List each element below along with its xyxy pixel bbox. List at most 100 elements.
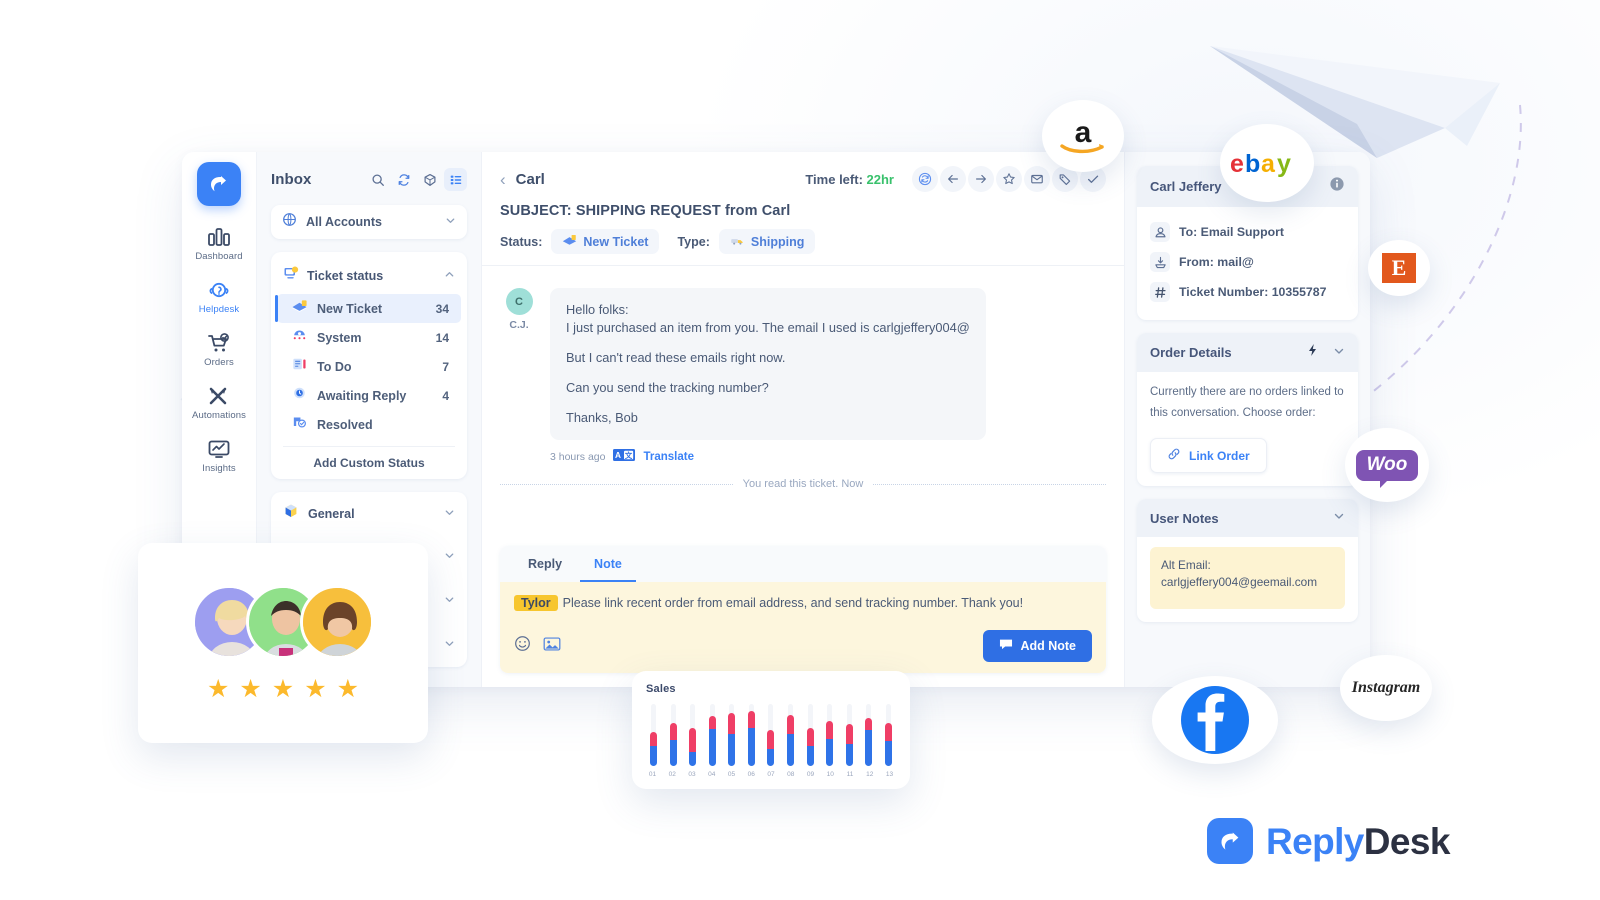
account-selector[interactable]: All Accounts [271,205,467,239]
translate-icon[interactable]: A文 [613,448,636,466]
etsy-badge: E [1368,240,1430,296]
chart-bar-segment-b [806,746,814,766]
author-tag: Tylor [514,595,558,611]
chart-bar [865,717,873,766]
type-badge[interactable]: Shipping [718,229,816,254]
instagram-badge: Instagram [1340,655,1432,721]
emoji-icon[interactable] [514,635,531,657]
status-badge-label: New Ticket [583,234,649,249]
lightning-icon[interactable] [1306,343,1319,362]
chart-bar-segment-b [787,733,795,766]
user-notes-header[interactable]: User Notes [1137,499,1358,537]
system-gear-icon [291,328,308,347]
link-order-label: Link Order [1189,448,1250,463]
chart-bar-column [845,704,854,766]
status-row-system[interactable]: System 14 [277,323,461,352]
chevron-down-icon[interactable] [1333,509,1345,527]
link-order-button[interactable]: Link Order [1150,438,1267,473]
composer-body[interactable]: Tylor Please link recent order from email… [500,582,1106,673]
brand-name: ReplyDesk [1266,823,1450,860]
chart-x-tick: 10 [826,771,834,778]
sidebar-item-insights[interactable]: Insights [183,430,255,481]
globe-icon [282,212,297,232]
sidebar-item-orders[interactable]: Orders [183,324,255,375]
new-ticket-icon [562,234,577,249]
chart-bar-column [884,704,893,766]
previous-icon[interactable] [940,166,966,192]
star-rating: ★ ★ ★ ★ ★ [207,676,359,702]
status-row-todo[interactable]: To Do 7 [277,352,461,381]
tab-note[interactable]: Note [580,546,636,582]
chart-x-tick: 01 [648,771,657,778]
svg-text:b: b [1245,150,1260,178]
status-row-resolved[interactable]: Resolved [277,410,461,439]
next-icon[interactable] [968,166,994,192]
shipping-truck-icon [730,234,745,249]
chart-x-tick: 03 [688,771,696,778]
replydesk-logo-icon[interactable] [197,162,241,206]
refresh-icon[interactable] [392,168,415,191]
search-icon[interactable] [366,168,389,191]
bar-chart-icon [206,225,232,249]
chart-bar-segment-b [845,743,853,766]
brand-name-part1: Reply [1266,820,1364,862]
reviews-card: ★ ★ ★ ★ ★ [138,543,428,743]
star-icon[interactable] [996,166,1022,192]
contact-row-label: From: mail@ [1179,255,1254,269]
status-row-count: 34 [435,301,449,316]
inbox-title: Inbox [271,171,312,188]
chart-bar [806,727,814,766]
general-section-header[interactable]: General [271,492,467,535]
svg-text:文: 文 [624,451,633,460]
sidebar-item-automations[interactable]: Automations [183,377,255,428]
chart-bar-segment-a [787,715,795,734]
info-icon[interactable] [1329,176,1345,197]
sidebar-item-dashboard[interactable]: Dashboard [183,218,255,269]
chevron-down-icon[interactable] [1333,344,1345,362]
chart-bar-column [825,704,834,766]
chart-bar-segment-b [728,733,736,766]
chart-plot-area [646,704,896,766]
add-custom-status-button[interactable]: Add Custom Status [271,447,467,473]
chart-bar [787,715,795,766]
add-note-button[interactable]: Add Note [983,630,1092,662]
message-bubble: Hello folks: I just purchased an item fr… [550,288,986,440]
message-footer: 3 hours ago A文 Translate [550,448,1106,466]
status-badge[interactable]: New Ticket [551,229,660,254]
user-note-text[interactable]: Alt Email: carlgjeffery004@geemail.com [1150,547,1345,609]
time-left: Time left: 22hr [805,171,894,187]
chart-bar-segment-a [806,727,814,747]
chart-x-tick: 09 [806,771,815,778]
chart-bar-segment-a [669,722,677,740]
details-panel: Carl Jeffery To: Email Support From: mai… [1124,152,1370,687]
sidebar-item-label: Orders [204,357,234,368]
conversation-header: ‹ Carl Time left: 22hr SUBJECT: SHIPPING… [482,152,1124,265]
translate-link[interactable]: Translate [643,451,694,463]
chart-bar-segment-a [865,717,873,731]
ticket-status-header[interactable]: Ticket status [271,262,467,294]
chart-bar-column [727,704,736,766]
chart-bar-column [688,704,697,766]
svg-text:a: a [1075,116,1092,149]
sidebar-item-helpdesk[interactable]: Helpdesk [183,271,255,322]
account-selector-label: All Accounts [306,215,382,229]
image-attach-icon[interactable] [543,636,561,657]
order-details-title: Order Details [1150,345,1232,360]
tab-reply[interactable]: Reply [514,546,576,582]
status-row-awaiting-reply[interactable]: Awaiting Reply 4 [277,381,461,410]
chart-bar [650,731,657,766]
avatar-group [192,584,374,659]
chart-bar-segment-b [689,752,697,766]
avatar-name: C.J. [509,319,529,331]
status-row-label: Awaiting Reply [317,388,407,403]
mail-icon[interactable] [1024,166,1050,192]
list-view-icon[interactable] [444,168,467,191]
chart-x-tick: 11 [846,771,854,778]
refresh-conversation-icon[interactable] [912,166,938,192]
chart-bar [689,727,697,766]
box-icon[interactable] [418,168,441,191]
order-details-header[interactable]: Order Details [1137,333,1358,372]
status-row-new-ticket[interactable]: New Ticket 34 [275,294,461,323]
chevron-left-icon[interactable]: ‹ [500,171,506,188]
note-text: Tylor Please link recent order from email… [514,594,1092,612]
